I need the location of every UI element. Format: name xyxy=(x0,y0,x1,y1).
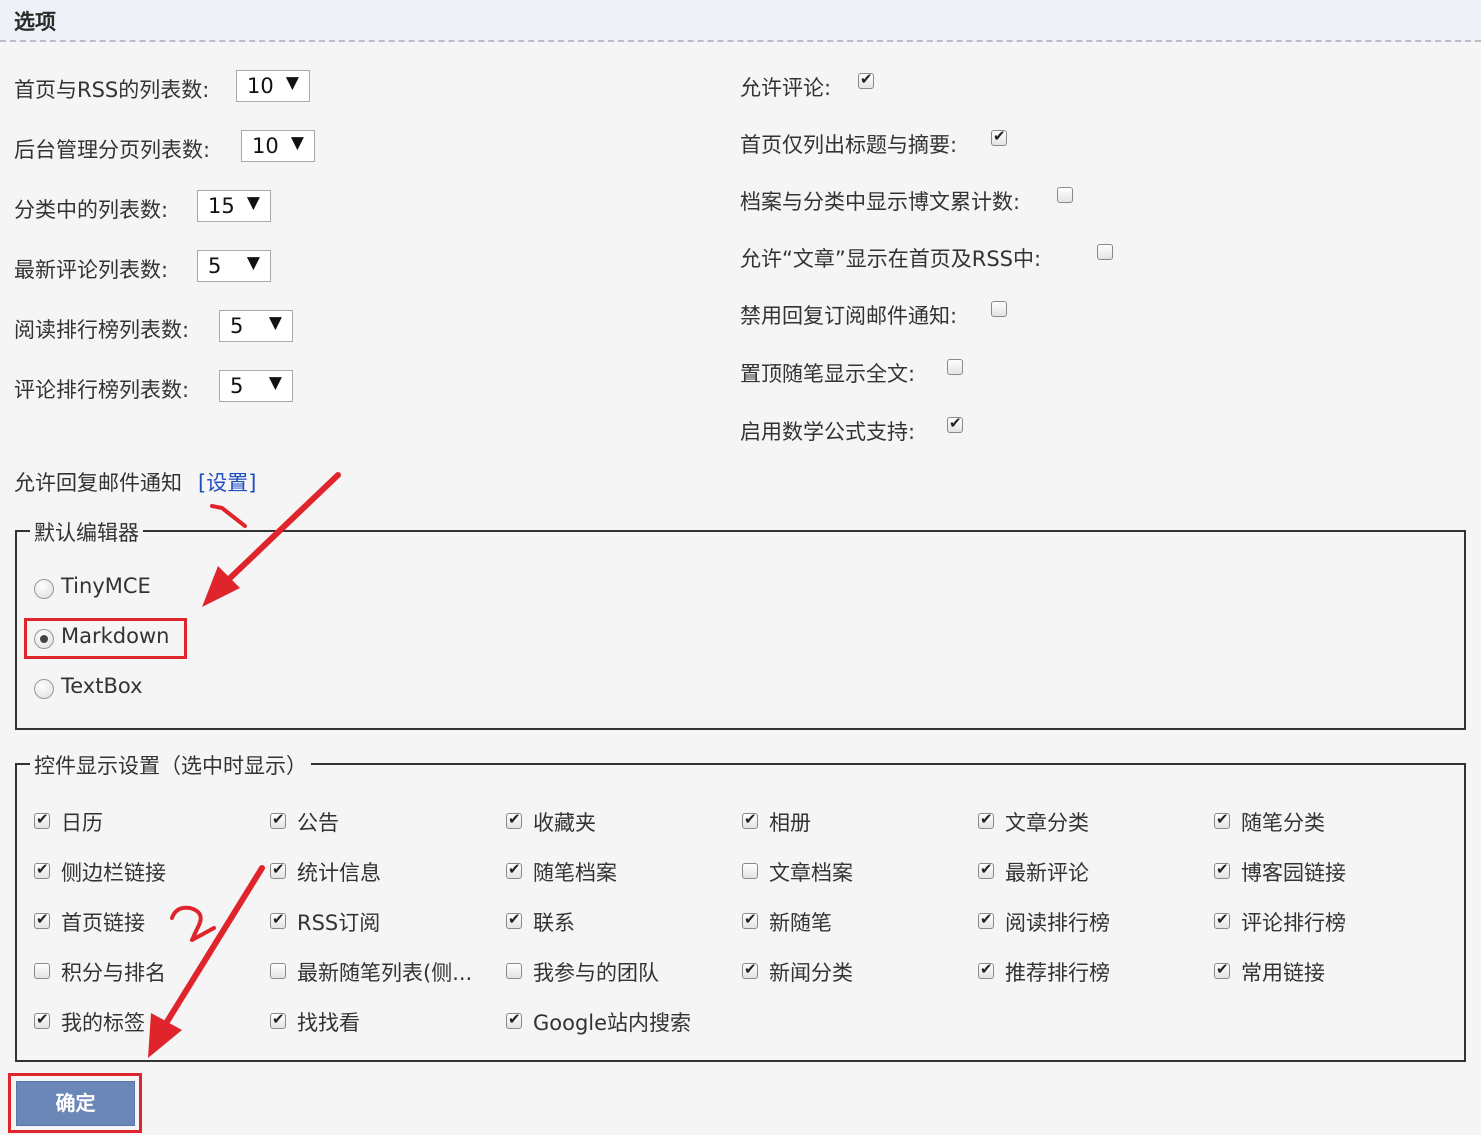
annotation-number-2 xyxy=(170,905,216,942)
annotation-number-1 xyxy=(210,504,247,528)
annotation-arrows xyxy=(148,472,341,1058)
arrow-2-shaft xyxy=(162,865,265,1028)
